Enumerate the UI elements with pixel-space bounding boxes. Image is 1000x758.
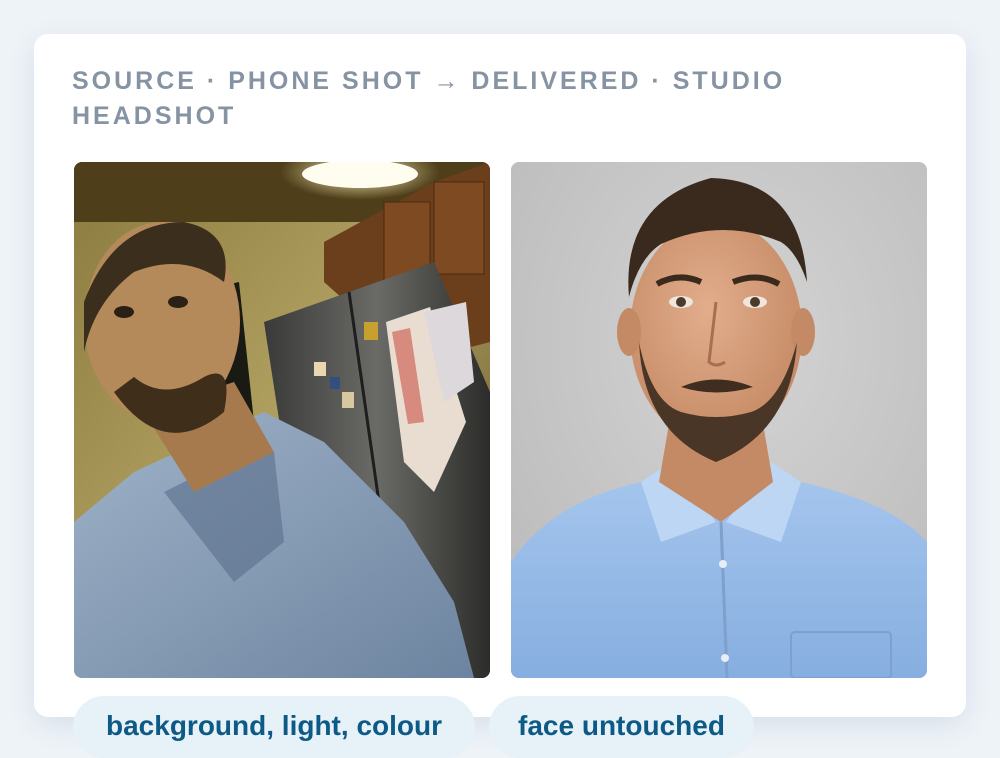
- arrow-icon: →: [433, 67, 462, 95]
- tag-background-light-colour: background, light, colour: [73, 696, 475, 758]
- comparison-caption: Source · Phone shot → Delivered · Studio…: [72, 67, 786, 130]
- after-photo: [511, 162, 927, 678]
- before-photo: [74, 162, 490, 678]
- source-label: Source: [72, 67, 197, 95]
- tag-face-untouched: face untouched: [489, 696, 754, 758]
- source-value: Phone shot: [228, 67, 424, 95]
- delivered-label: Delivered: [471, 67, 642, 95]
